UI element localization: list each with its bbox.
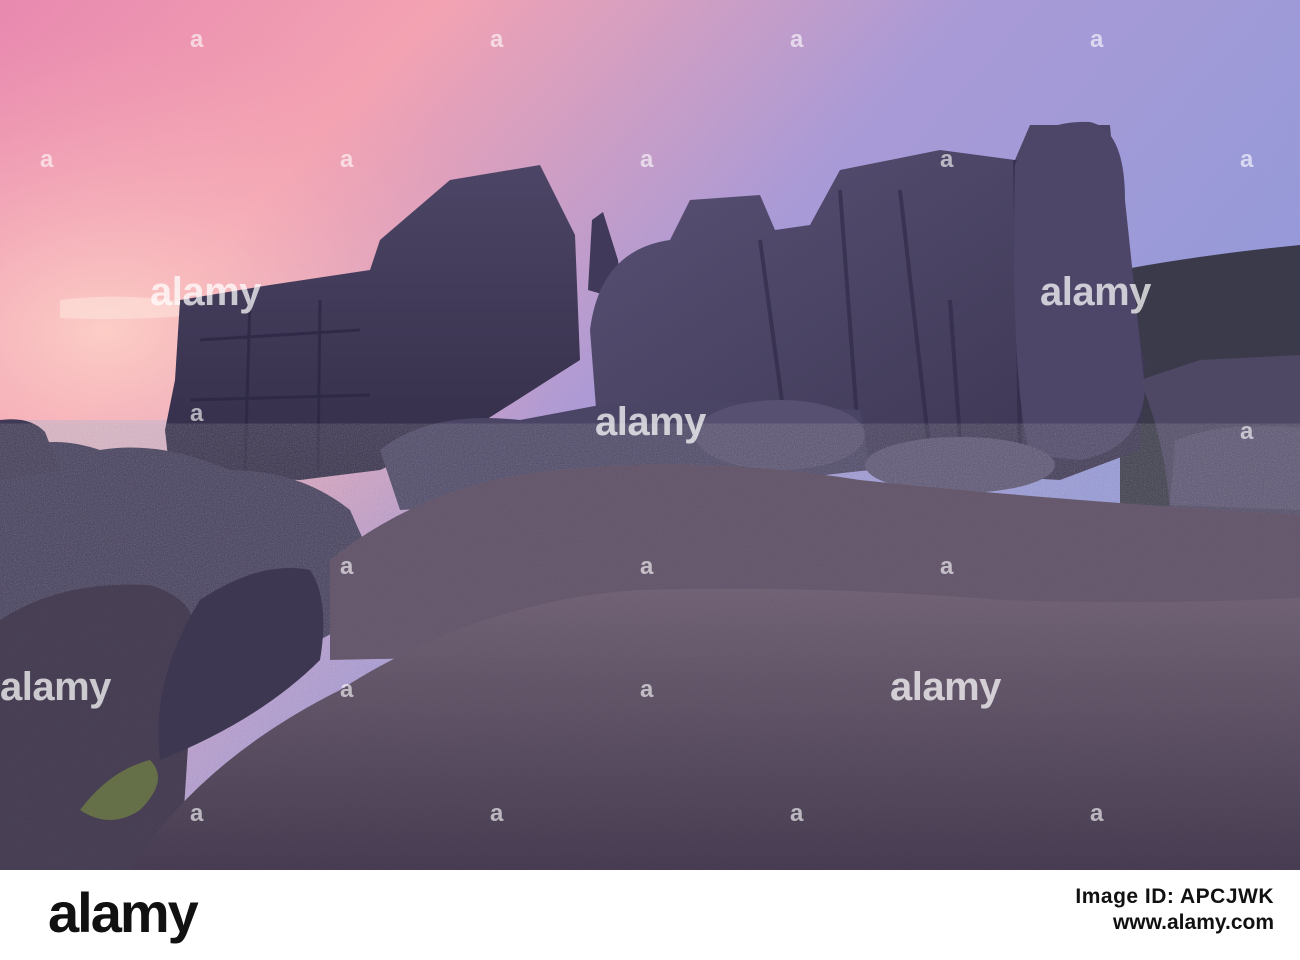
watermark-logo: alamy [595,400,706,444]
watermark-mark: a [1090,800,1103,827]
watermark-mark: a [790,26,803,53]
watermark-mark: a [340,146,353,173]
watermark-logo: alamy [0,665,111,709]
stock-photo: a a a a a a a a a alamy alamy a alamy a … [0,0,1300,870]
watermark-mark: a [190,26,203,53]
watermark-mark: a [640,146,653,173]
image-id: Image ID: APCJWK [1075,885,1274,908]
alamy-logo: alamy [48,881,199,944]
watermark-mark: a [640,553,653,580]
watermark-mark: a [790,800,803,827]
watermark-logo: alamy [150,270,261,314]
watermark-mark: a [490,26,503,53]
watermark-mark: a [1240,418,1253,445]
watermark-mark: a [940,146,953,173]
watermark-mark: a [340,676,353,703]
watermark-mark: a [340,553,353,580]
watermark-mark: a [1090,26,1103,53]
watermark-mark: a [1240,146,1253,173]
watermark-mark: a [490,800,503,827]
site-url[interactable]: www.alamy.com [1075,910,1274,936]
watermark-logo: alamy [890,665,1001,709]
watermark-mark: a [940,553,953,580]
footer-bar: alamy Image ID: APCJWK www.alamy.com [0,870,1300,960]
watermark-mark: a [640,676,653,703]
image-caption: Image ID: APCJWK www.alamy.com [1075,884,1274,937]
watermark-mark: a [190,400,203,427]
watermark-mark: a [40,146,53,173]
watermark-logo: alamy [1040,270,1151,314]
watermark-mark: a [190,800,203,827]
